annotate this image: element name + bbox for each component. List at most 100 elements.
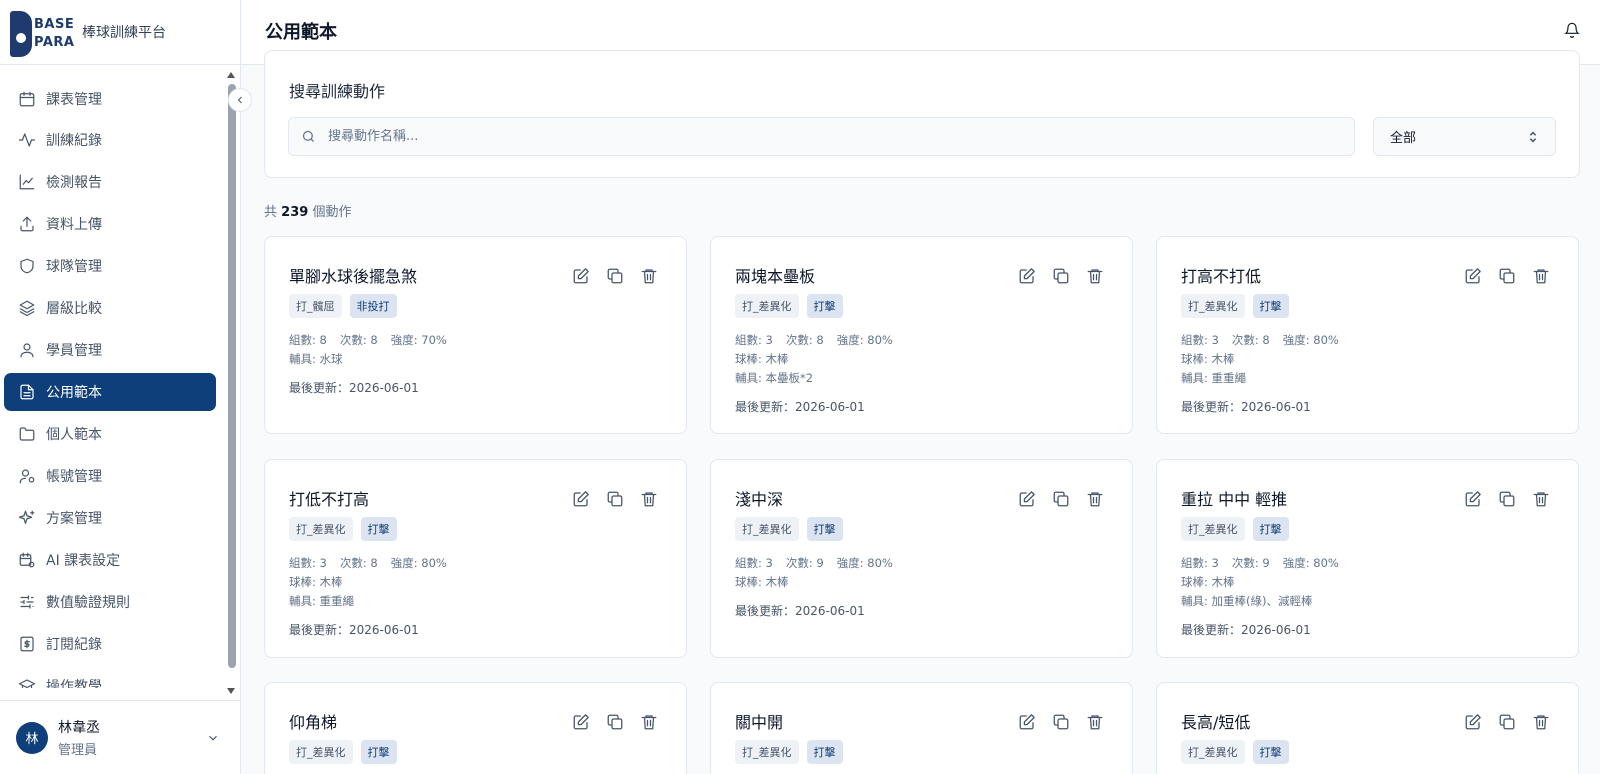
exercise-card[interactable]: 仰角梯 打_差異化 打擊 [264, 682, 687, 774]
copy-icon[interactable] [1498, 713, 1516, 731]
card-title: 淺中深 [735, 490, 784, 509]
sets: 組數: 3 [735, 333, 773, 347]
platform-name: 棒球訓練平台 [82, 25, 166, 41]
detail-line: 輔具: 本壘板*2 [735, 371, 814, 385]
exercise-card[interactable]: 打高不打低 打_差異化 打擊 組數: 3 次數: 8 強度: 80% 球棒: 木棒 輔具: 重… [1156, 236, 1579, 434]
edit-icon[interactable] [572, 490, 590, 508]
sidebar-item-account-management[interactable]: 帳號管理 [4, 457, 216, 495]
copy-icon[interactable] [1052, 490, 1070, 508]
chevron-down-icon[interactable] [206, 731, 220, 745]
card-tags: 打_差異化 打擊 [1181, 517, 1289, 541]
edit-icon[interactable] [1464, 490, 1482, 508]
graduation-cap-icon [18, 679, 36, 688]
exercise-card[interactable]: 打低不打高 打_差異化 打擊 組數: 3 次數: 8 強度: 80% 球棒: 木棒 輔具: 重… [264, 459, 687, 658]
reps: 次數: 8 [785, 333, 824, 347]
card-actions [572, 713, 658, 731]
tag-badge: 打擊 [360, 740, 397, 764]
sets: 組數: 3 [1181, 556, 1219, 570]
sidebar-item-data-upload[interactable]: 資料上傳 [4, 205, 216, 243]
search-input[interactable] [328, 129, 1228, 144]
folder-icon [19, 427, 35, 441]
sidebar-item-public-templates[interactable]: 公用範本 [4, 373, 216, 411]
edit-icon[interactable] [1018, 713, 1036, 731]
edit-icon[interactable] [1018, 490, 1036, 508]
tag-badge: 打擊 [806, 294, 843, 318]
trash-icon[interactable] [1086, 713, 1104, 731]
edit-icon[interactable] [1464, 713, 1482, 731]
copy-icon[interactable] [606, 490, 624, 508]
tag-badge: 非投打 [349, 294, 397, 318]
count-value: 239 [281, 205, 309, 220]
edit-icon[interactable] [572, 713, 590, 731]
calendar-cog-icon [19, 552, 35, 568]
bell-icon[interactable] [1564, 22, 1580, 38]
trash-icon[interactable] [1086, 490, 1104, 508]
sidebar-item-label: 個人範本 [46, 427, 102, 443]
copy-icon[interactable] [1052, 267, 1070, 285]
sidebar-item-plan-management[interactable]: 方案管理 [4, 499, 216, 537]
card-title: 重拉 中中 輕推 [1181, 490, 1288, 509]
edit-icon[interactable] [1018, 267, 1036, 285]
exercise-card[interactable]: 長高/短低 打_差異化 打擊 [1156, 682, 1579, 774]
sidebar-item-tutorials[interactable]: 操作教學 [4, 667, 216, 688]
sidebar-item-subscription-records[interactable]: 訂閱紀錄 [4, 625, 216, 663]
copy-icon[interactable] [606, 267, 624, 285]
exercise-card[interactable]: 淺中深 打_差異化 打擊 組數: 3 次數: 9 強度: 80% 球棒: 木棒 最後更新：20… [710, 459, 1133, 658]
trash-icon[interactable] [1086, 267, 1104, 285]
sidebar-collapse-button[interactable] [228, 88, 252, 112]
last-updated: 最後更新：2026-06-01 [735, 604, 865, 618]
sliders-icon [20, 595, 34, 609]
brand: BASE PARA 棒球訓練平台 [0, 0, 240, 65]
scroll-up-arrow[interactable] [227, 72, 235, 78]
category-filter-select[interactable]: 全部 [1373, 117, 1556, 156]
sidebar-item-ai-schedule-settings[interactable]: AI 課表設定 [4, 541, 216, 579]
detail-line: 輔具: 加重棒(綠)、減輕棒 [1181, 594, 1313, 608]
sparkles-icon [18, 510, 35, 524]
sets: 組數: 3 [289, 556, 327, 570]
base-para-logo[interactable]: BASE PARA [8, 7, 74, 57]
sidebar-item-level-comparison[interactable]: 層級比較 [4, 289, 216, 327]
reps: 次數: 9 [1231, 556, 1270, 570]
trash-icon[interactable] [640, 713, 658, 731]
exercise-card[interactable]: 兩塊本壘板 打_差異化 打擊 組數: 3 次數: 8 強度: 80% 球棒: 木棒 輔具: 本… [710, 236, 1133, 434]
copy-icon[interactable] [1498, 267, 1516, 285]
card-title: 打低不打高 [289, 490, 370, 509]
trash-icon[interactable] [1532, 490, 1550, 508]
sidebar-item-schedule[interactable]: 課表管理 [4, 80, 216, 118]
sidebar-item-student-management[interactable]: 學員管理 [4, 331, 216, 369]
sidebar-item-label: 公用範本 [46, 385, 102, 401]
sidebar-item-team-management[interactable]: 球隊管理 [4, 247, 216, 285]
intensity: 強度: 80% [1282, 556, 1339, 570]
card-details: 組數: 3 次數: 8 強度: 80% 球棒: 木棒 輔具: 重重繩 [289, 554, 460, 611]
sidebar-item-test-reports[interactable]: 檢測報告 [4, 163, 216, 201]
tag-badge: 打_差異化 [1181, 517, 1245, 541]
chevron-up-down-icon [1529, 131, 1537, 143]
detail-line: 球棒: 木棒 [1181, 352, 1235, 366]
card-actions [1018, 713, 1104, 731]
exercise-card[interactable]: 關中開 打_差異化 打擊 [710, 682, 1133, 774]
card-details: 組數: 3 次數: 9 強度: 80% 球棒: 木棒 輔具: 加重棒(綠)、減輕棒 [1181, 554, 1352, 611]
user-menu[interactable]: 林 林韋丞 管理員 [0, 700, 240, 774]
exercise-card[interactable]: 單腳水球後擺急煞 打_髖屈 非投打 組數: 8 次數: 8 強度: 70% 輔具: 水球 最後… [264, 236, 687, 434]
trash-icon[interactable] [640, 267, 658, 285]
edit-icon[interactable] [572, 267, 590, 285]
search-field[interactable] [288, 117, 1355, 156]
copy-icon[interactable] [1052, 713, 1070, 731]
copy-icon[interactable] [1498, 490, 1516, 508]
reps: 次數: 8 [339, 333, 378, 347]
trash-icon[interactable] [1532, 713, 1550, 731]
edit-icon[interactable] [1464, 267, 1482, 285]
sidebar-scrollbar-thumb[interactable] [228, 84, 236, 668]
exercise-card[interactable]: 重拉 中中 輕推 打_差異化 打擊 組數: 3 次數: 9 強度: 80% 球棒: 木棒 輔具… [1156, 459, 1579, 658]
card-title: 打高不打低 [1181, 267, 1262, 286]
card-tags: 打_差異化 打擊 [735, 740, 843, 764]
reps: 次數: 8 [339, 556, 378, 570]
trash-icon[interactable] [1532, 267, 1550, 285]
sidebar-item-training-records[interactable]: 訓練紀錄 [4, 121, 216, 159]
scroll-down-arrow[interactable] [227, 688, 235, 694]
copy-icon[interactable] [606, 713, 624, 731]
sidebar-item-validation-rules[interactable]: 數值驗證規則 [4, 583, 216, 621]
sets: 組數: 3 [1181, 333, 1219, 347]
sidebar-item-personal-templates[interactable]: 個人範本 [4, 415, 216, 453]
trash-icon[interactable] [640, 490, 658, 508]
